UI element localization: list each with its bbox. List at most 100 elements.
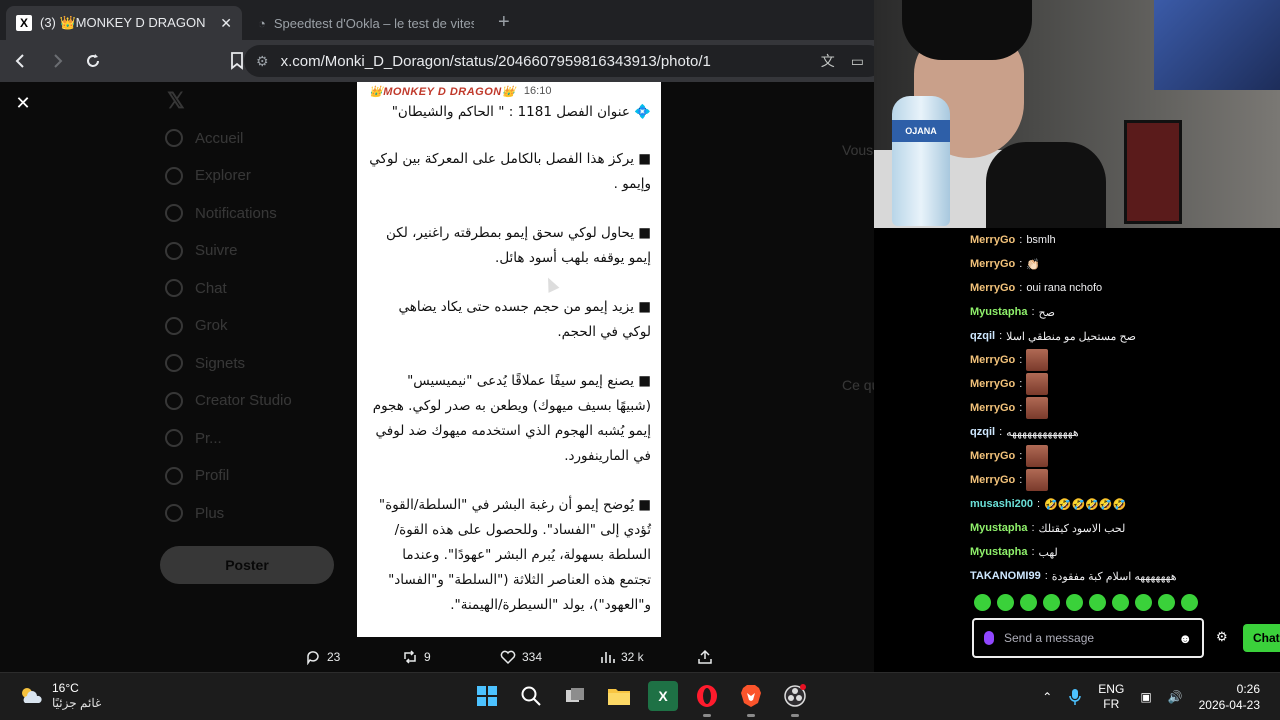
chat-input-placeholder: Send a message	[1004, 631, 1095, 645]
chat-separator: :	[1019, 282, 1023, 294]
chat-username[interactable]: musashi200	[970, 498, 1033, 510]
chat-settings-icon[interactable]: ⚙	[1216, 629, 1228, 645]
chat-message: Myustapha: لحب الاسود كيقتلك	[970, 516, 1280, 540]
chat-username[interactable]: MerryGo	[970, 378, 1015, 390]
chat-username[interactable]: MerryGo	[970, 282, 1015, 294]
emote-icon[interactable]	[1020, 594, 1037, 611]
chat-message: qzqil: صح مستحيل مو منطقي اسلا	[970, 324, 1280, 348]
post-button[interactable]: Poster	[160, 546, 334, 584]
address-bar[interactable]: ⚙ x.com/Monki_D_Doragon/status/204660795…	[244, 45, 884, 77]
sidebar-item-notifications[interactable]: Notifications	[165, 195, 292, 233]
sidebar-item-explore[interactable]: Explorer	[165, 157, 292, 195]
language-switcher[interactable]: ENG FR	[1098, 682, 1124, 712]
chat-username[interactable]: qzqil	[970, 426, 995, 438]
chat-separator: :	[1036, 498, 1041, 510]
sidebar-item-grok[interactable]: Grok	[165, 307, 292, 345]
chat-username[interactable]: MerryGo	[970, 354, 1015, 366]
excel-button[interactable]: X	[648, 681, 678, 711]
emote-icon[interactable]	[1066, 594, 1083, 611]
post-actions: 23 9 334 32 k	[0, 644, 874, 670]
language-bottom: FR	[1103, 697, 1120, 711]
forward-button[interactable]	[42, 46, 72, 76]
chat-separator: :	[1019, 378, 1023, 390]
chat-username[interactable]: Myustapha	[970, 546, 1027, 558]
chat-message: musashi200: 🤣🤣🤣🤣🤣🤣	[970, 492, 1280, 516]
weather-widget[interactable]: 16°C غائم جزئيًا	[18, 681, 101, 711]
reload-button[interactable]	[78, 46, 108, 76]
windows-taskbar: 16°C غائم جزئيًا X ⌃ ENG FR ▣ 🔊 0:26 202…	[0, 672, 1280, 720]
sidebar-item-chat[interactable]: Chat	[165, 270, 292, 308]
network-icon[interactable]: ▣	[1140, 690, 1151, 704]
microphone	[986, 142, 1106, 228]
chat-username[interactable]: TAKANOMI99	[970, 570, 1041, 582]
views-button[interactable]: 32 k	[599, 644, 644, 670]
clock[interactable]: 0:26 2026-04-23	[1199, 681, 1260, 713]
chat-separator: :	[1019, 402, 1023, 414]
sidebar-item-premium[interactable]: Pr...	[165, 420, 292, 458]
tab-x-post[interactable]: X (3) 👑MONKEY D DRAGON ✕	[6, 6, 242, 40]
cast-icon[interactable]: ▭	[851, 53, 864, 70]
emoji-icon[interactable]: ☻	[1178, 631, 1192, 646]
obs-button[interactable]	[780, 681, 810, 717]
forward-arrow-icon	[54, 54, 63, 68]
task-view-button[interactable]	[560, 681, 590, 711]
file-explorer-button[interactable]	[604, 681, 634, 711]
sidebar-item-more[interactable]: Plus	[165, 495, 292, 533]
opera-button[interactable]	[692, 681, 722, 717]
paragraph: ■ يصنع إيمو سيفًا عملاقًا يُدعى "نيميسيس…	[372, 373, 651, 464]
chapter-title: 💠 عنوان الفصل 1181 : " الحاكم والشيطان"	[391, 104, 651, 120]
new-tab-icon[interactable]: +	[498, 11, 510, 34]
chat-message: MerryGo: oui rana nchofo	[970, 276, 1280, 300]
search-button[interactable]	[516, 681, 546, 711]
site-info-icon[interactable]: ⚙	[256, 53, 269, 70]
translate-icon[interactable]: 文	[821, 51, 835, 71]
mic-icon[interactable]	[984, 631, 994, 645]
sidebar-item-home[interactable]: Accueil	[165, 120, 292, 158]
close-tab-icon[interactable]: ✕	[220, 15, 232, 32]
sidebar-item-bookmarks[interactable]: Signets	[165, 345, 292, 383]
chat-username[interactable]: Myustapha	[970, 306, 1027, 318]
emote-icon[interactable]	[1158, 594, 1175, 611]
repost-button[interactable]: 9	[402, 644, 431, 670]
tab-title: Speedtest d'Ookla – le test de vitesse	[273, 15, 474, 31]
clock-time: 0:26	[1236, 682, 1260, 696]
share-button[interactable]	[697, 644, 713, 670]
windows-logo-icon	[477, 686, 497, 706]
system-tray: ⌃ ENG FR ▣ 🔊 0:26 2026-04-23	[1042, 679, 1260, 715]
bookmark-icon	[231, 52, 243, 70]
volume-icon[interactable]: 🔊	[1168, 690, 1183, 704]
emote-icon[interactable]	[997, 594, 1014, 611]
chat-input[interactable]: Send a message ☻	[972, 618, 1204, 658]
chat-emote-icon	[1026, 397, 1049, 419]
reply-button[interactable]: 23	[305, 644, 340, 670]
emote-icon[interactable]	[1089, 594, 1106, 611]
sidebar-item-creator-studio[interactable]: Creator Studio	[165, 382, 292, 420]
paragraph: ■ يحاول لوكي سحق إيمو بمطرقته راغنير، لك…	[385, 225, 651, 266]
start-button[interactable]	[472, 681, 502, 711]
chat-username[interactable]: qzqil	[970, 330, 995, 342]
wall-frame	[1124, 120, 1182, 224]
brave-button[interactable]	[736, 681, 766, 717]
emote-icon[interactable]	[974, 594, 991, 611]
chat-username[interactable]: MerryGo	[970, 258, 1015, 270]
chat-username[interactable]: MerryGo	[970, 402, 1015, 414]
close-photo-button[interactable]: ✕	[12, 92, 34, 114]
speedtest-favicon-icon: ◔	[258, 15, 266, 31]
chat-text: 🤣🤣🤣🤣🤣🤣	[1044, 498, 1127, 511]
chat-send-button[interactable]: Chat	[1243, 624, 1280, 652]
show-hidden-icons-icon[interactable]: ⌃	[1042, 690, 1052, 704]
like-button[interactable]: 334	[500, 644, 542, 670]
x-logo-icon: 𝕏	[167, 87, 185, 113]
sidebar-item-follow[interactable]: Suivre	[165, 232, 292, 270]
chat-username[interactable]: MerryGo	[970, 450, 1015, 462]
chat-username[interactable]: Myustapha	[970, 522, 1027, 534]
emote-icon[interactable]	[1135, 594, 1152, 611]
emote-icon[interactable]	[1112, 594, 1129, 611]
sidebar-item-profile[interactable]: Profil	[165, 457, 292, 495]
chat-username[interactable]: MerryGo	[970, 234, 1015, 246]
back-button[interactable]	[6, 46, 36, 76]
emote-icon[interactable]	[1181, 594, 1198, 611]
chat-username[interactable]: MerryGo	[970, 474, 1015, 486]
tab-speedtest[interactable]: ◔ Speedtest d'Ookla – le test de vitesse	[248, 6, 484, 40]
emote-icon[interactable]	[1043, 594, 1060, 611]
